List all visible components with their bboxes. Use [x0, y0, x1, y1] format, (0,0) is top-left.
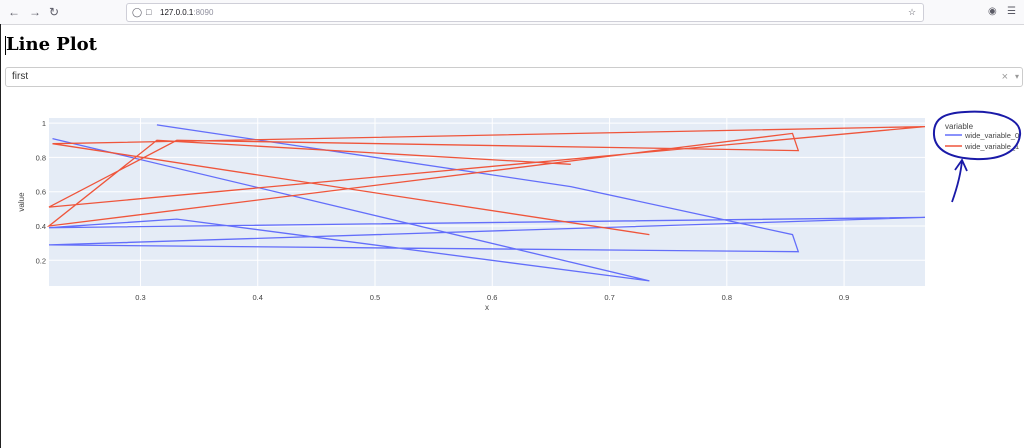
url-host: 127.0.0.1 — [160, 8, 194, 17]
dropdown-selected-value: first — [12, 71, 29, 82]
x-tick-label: 0.5 — [370, 293, 380, 302]
y-tick-label: 0.4 — [36, 222, 46, 231]
browser-toolbar: ← → ↻ ◯ □ 127.0.0.1:8090 ☆ ◉ ☰ — [0, 0, 1024, 25]
legend-label-wide_variable_0[interactable]: wide_variable_0 — [964, 131, 1019, 140]
url-port: :8090 — [193, 8, 214, 17]
x-tick-label: 0.7 — [604, 293, 614, 302]
plot-area — [49, 118, 925, 286]
y-tick-label: 1 — [42, 119, 46, 128]
star-icon[interactable]: ☆ — [908, 6, 916, 19]
y-axis-label: value — [17, 192, 26, 212]
pocket-icon[interactable]: ◉ — [988, 4, 997, 20]
y-tick-label: 0.2 — [36, 256, 46, 265]
line-plot: 0.3 0.4 0.5 0.6 0.7 0.8 0.9 0.2 0.4 0.6 0.8 1 x val… — [17, 110, 1022, 312]
page-icon[interactable]: □ — [146, 6, 151, 19]
back-arrow-icon[interactable]: ← — [6, 4, 22, 20]
legend: variable wide_variable_0 wide_variable_1 — [945, 122, 1019, 151]
y-tick-label: 0.6 — [36, 188, 46, 197]
shield-icon[interactable]: ◯ — [132, 6, 142, 19]
chevron-down-icon[interactable]: ▾ — [1015, 69, 1019, 85]
page-title: Line Plot — [6, 34, 97, 55]
variable-dropdown[interactable]: first × ▾ — [5, 67, 1023, 87]
x-axis-label: x — [485, 303, 489, 312]
legend-title: variable — [945, 122, 974, 131]
clear-icon[interactable]: × — [1002, 69, 1008, 85]
forward-arrow-icon[interactable]: → — [27, 4, 43, 20]
text-cursor — [5, 36, 6, 55]
x-tick-label: 0.6 — [487, 293, 497, 302]
url-text[interactable]: 127.0.0.1:8090 — [160, 6, 213, 19]
url-bar[interactable]: ◯ □ 127.0.0.1:8090 ☆ — [126, 3, 924, 22]
x-tick-label: 0.3 — [135, 293, 145, 302]
x-tick-label: 0.9 — [839, 293, 849, 302]
y-tick-label: 0.8 — [36, 153, 46, 162]
hamburger-menu-icon[interactable]: ☰ — [1007, 4, 1016, 20]
reload-icon[interactable]: ↻ — [46, 4, 62, 20]
x-tick-label: 0.8 — [722, 293, 732, 302]
x-tick-label: 0.4 — [253, 293, 263, 302]
